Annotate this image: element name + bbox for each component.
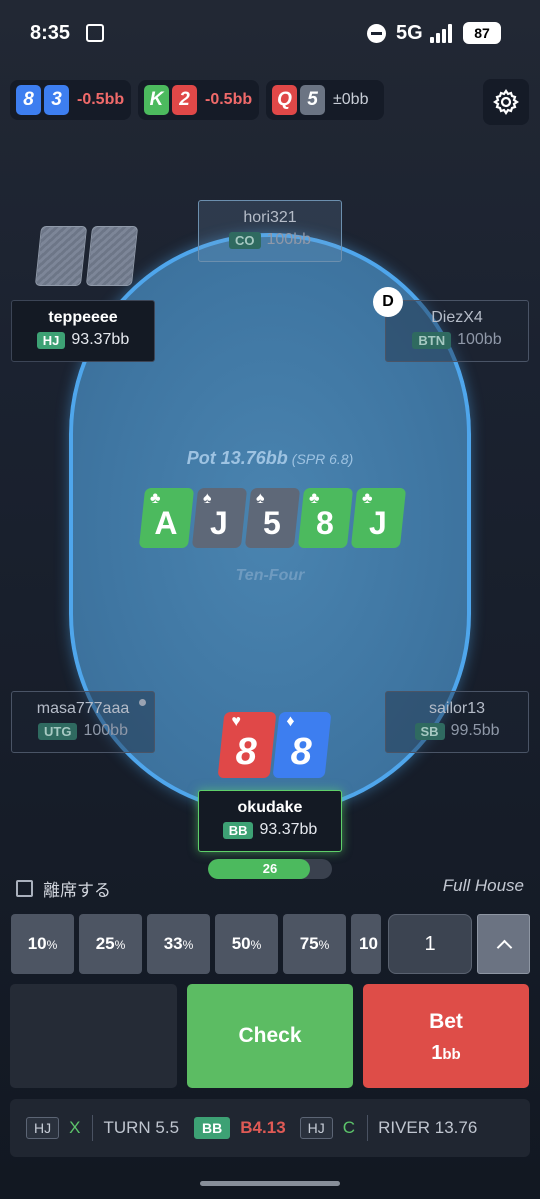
check-button[interactable]: Check [187, 984, 353, 1088]
position-badge: BB [222, 821, 254, 839]
signal-icon [430, 24, 454, 43]
bet-preset-button[interactable]: 10 [351, 914, 381, 974]
history-card: Q [272, 85, 297, 115]
bet-button-amount: 1bb [431, 1042, 461, 1064]
board-card: ♣ J [350, 488, 407, 548]
fold-button-placeholder [10, 984, 177, 1088]
sit-out-label: 離席する [43, 881, 111, 900]
stack-size: 100bb [457, 331, 502, 348]
bet-preset-button[interactable]: 50% [215, 914, 278, 974]
pot-amount: Pot 13.76bb [186, 448, 288, 468]
log-position: BB [194, 1117, 231, 1139]
increase-bet-button[interactable] [477, 914, 530, 974]
status-dot [139, 699, 146, 706]
dealer-button: D [373, 287, 403, 317]
action-log: HJ X TURN 5.5 BB B4.13 HJ C RIVER 13.76 [10, 1099, 530, 1157]
bet-amount-input[interactable]: 1 [388, 914, 472, 974]
history-card: 5 [300, 85, 325, 115]
diamond-icon: ♦ [286, 713, 295, 730]
hero-card: ♦ 8 [272, 712, 332, 778]
hand-nickname: Ten-Four [235, 567, 305, 584]
log-street: TURN 5.5 [103, 1118, 180, 1137]
spr: (SPR 6.8) [291, 451, 354, 467]
status-bar: 8:35 5G 87 [0, 0, 540, 68]
seat-btn[interactable]: DiezX4 BTN 100bb [385, 300, 529, 362]
stack-size: 93.37bb [259, 821, 318, 838]
log-action: B4.13 [240, 1118, 286, 1137]
position-badge: BTN [412, 331, 452, 349]
hand-strength: Full House [442, 876, 524, 895]
player-name: sailor13 [428, 700, 486, 717]
pot-display: Pot 13.76bb (SPR 6.8) [0, 448, 540, 469]
seat-utg[interactable]: masa777aaa UTG 100bb [11, 691, 155, 753]
battery-level: 87 [463, 22, 501, 44]
notification-app-icon [86, 24, 104, 42]
board-card: ♠ 5 [244, 488, 301, 548]
timer-value: 26 [262, 861, 278, 876]
home-indicator[interactable] [200, 1181, 340, 1186]
stack-size: 100bb [266, 231, 312, 248]
seat-hj[interactable]: teppeeee HJ 93.37bb [11, 300, 155, 362]
history-result: -0.5bb [205, 91, 253, 108]
position-badge: CO [229, 231, 261, 249]
network-type: 5G [396, 22, 423, 44]
divider [367, 1115, 369, 1141]
seat-sb[interactable]: sailor13 SB 99.5bb [385, 691, 529, 753]
player-name: hori321 [243, 209, 297, 226]
board-card: ♠ J [191, 488, 248, 548]
settings-button[interactable] [483, 79, 529, 125]
log-position: HJ [26, 1117, 60, 1139]
stack-size: 100bb [83, 722, 128, 739]
position-badge: HJ [36, 331, 66, 349]
opponent-card-back [34, 226, 88, 286]
hand-history-item[interactable]: K 2 -0.5bb [138, 80, 259, 120]
bet-preset-button[interactable]: 75% [283, 914, 346, 974]
board-card: ♣ 8 [297, 488, 354, 548]
history-card: K [144, 85, 169, 115]
do-not-disturb-icon [367, 24, 386, 43]
stack-size: 99.5bb [450, 722, 500, 739]
seat-co[interactable]: hori321 CO 100bb [198, 200, 342, 262]
history-result: -0.5bb [77, 91, 125, 108]
player-name: masa777aaa [36, 700, 130, 717]
hand-history-item[interactable]: 8 3 -0.5bb [10, 80, 131, 120]
bet-label: Bet [429, 1010, 463, 1033]
checkbox-box [16, 880, 33, 897]
heart-icon: ♥ [231, 713, 241, 730]
sit-out-checkbox[interactable]: 離席する [16, 876, 111, 901]
log-action: X [69, 1118, 81, 1137]
position-badge: SB [414, 722, 445, 740]
hand-history-item[interactable]: Q 5 ±0bb [266, 80, 384, 120]
log-street: RIVER 13.76 [378, 1118, 478, 1137]
stack-size: 93.37bb [71, 331, 130, 348]
gear-icon [493, 89, 519, 115]
history-result: ±0bb [333, 91, 369, 108]
history-card: 2 [172, 85, 197, 115]
player-name: DiezX4 [431, 309, 483, 326]
bet-button[interactable]: Bet 1bb [363, 984, 529, 1088]
bet-preset-button[interactable]: 25% [79, 914, 142, 974]
player-name: okudake [237, 799, 303, 816]
hero-card: ♥ 8 [217, 712, 277, 778]
player-name: teppeeee [48, 309, 118, 326]
bet-preset-button[interactable]: 10% [11, 914, 74, 974]
action-timer: 26 [208, 859, 332, 879]
history-card: 8 [16, 85, 41, 115]
bet-preset-button[interactable]: 33% [147, 914, 210, 974]
log-action: C [342, 1118, 356, 1137]
clock: 8:35 [30, 22, 71, 44]
seat-hero[interactable]: okudake BB 93.37bb [198, 790, 342, 852]
position-badge: UTG [38, 722, 78, 740]
community-cards: ♣ A ♠ J ♠ 5 ♣ 8 ♣ J [138, 488, 407, 548]
log-position: HJ [299, 1117, 333, 1139]
opponent-card-back [85, 226, 139, 286]
board-card: ♣ A [138, 488, 195, 548]
divider [92, 1115, 94, 1141]
history-card: 3 [44, 85, 69, 115]
